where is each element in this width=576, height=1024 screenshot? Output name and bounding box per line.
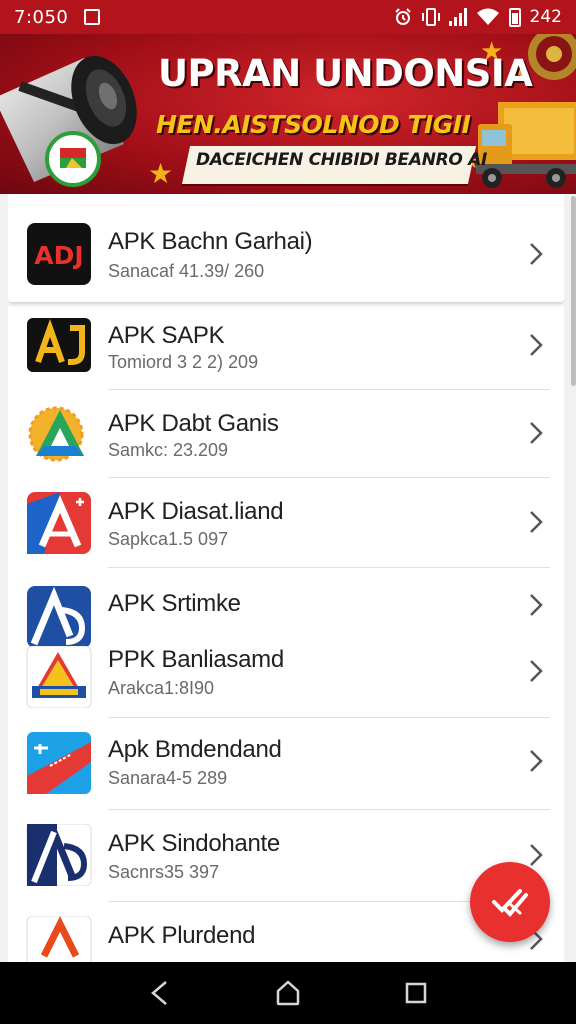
red-a-app-icon: [27, 492, 91, 554]
double-check-icon: [492, 889, 528, 917]
signal-icon: [448, 8, 467, 26]
item-title: APK Bachn Garhai): [108, 228, 313, 255]
svg-text:ADJ: ADJ: [34, 241, 83, 270]
list-item[interactable]: APK SAPK Tomiord 3 2 2) 209: [8, 302, 564, 390]
back-button[interactable]: [142, 975, 178, 1011]
list-item[interactable]: ADJ APK Bachn Garhai) Sanacaf 41.39/ 260: [8, 206, 564, 302]
ads-app-icon: ADJ: [27, 223, 91, 285]
chevron-right-icon[interactable]: [528, 420, 544, 446]
chevron-right-icon[interactable]: [528, 842, 544, 868]
item-subtitle: Tomiord 3 2 2) 209: [108, 352, 259, 372]
status-icons: 242: [393, 7, 562, 27]
item-subtitle: Arakca1:8I90: [108, 678, 215, 698]
recents-button[interactable]: [398, 975, 434, 1011]
item-title: APK Diasat.liand: [108, 498, 284, 525]
home-button[interactable]: [270, 975, 306, 1011]
flag-badge-icon: [45, 131, 101, 187]
banner-title: UPRAN UNDONSIA: [158, 52, 533, 95]
item-subtitle: Sanacaf 41.39/ 260: [108, 261, 265, 281]
yellow-a-app-icon: [26, 646, 92, 708]
chevron-right-icon[interactable]: [528, 332, 544, 358]
app-root: 7:050 242 ★ ★ ★ UPRAN UNDONSIA HEN.AISTS…: [0, 0, 576, 1024]
app-list: ADJ APK Bachn Garhai) Sanacaf 41.39/ 260…: [8, 194, 564, 964]
battery-level: 242: [529, 7, 562, 27]
item-title: APK SAPK: [108, 322, 225, 349]
truck-icon: [476, 102, 576, 188]
ticket-app-icon: [27, 732, 91, 794]
banner-subtitle: HEN.AISTSOLNOD TIGII: [156, 110, 471, 139]
item-subtitle: Samkc: 23.209: [108, 440, 229, 460]
star-icon: ★: [148, 158, 174, 189]
list-item[interactable]: Apk Bmdendand Sanara4-5 289: [8, 718, 564, 810]
chevron-right-icon[interactable]: [528, 509, 544, 535]
promo-banner[interactable]: ★ ★ ★ ★ UPRAN UNDONSIA HEN.AISTSOLNOD TI…: [0, 34, 576, 194]
item-subtitle: Sanara4-5 289: [108, 768, 228, 788]
aj-app-icon: [27, 318, 91, 372]
item-subtitle: Sacnrs35 397: [108, 862, 220, 882]
list-item[interactable]: APK Diasat.liand Sapkca1.5 097: [8, 478, 564, 568]
item-title: APK Dabt Ganis: [108, 410, 279, 437]
item-title: APK Srtimke: [108, 590, 241, 617]
fab-button[interactable]: [470, 862, 550, 942]
list-item[interactable]: APK Dabt Ganis Samkc: 23.209: [8, 390, 564, 478]
chevron-right-icon[interactable]: [528, 241, 544, 267]
navigation-bar: [0, 962, 576, 1024]
orange-a-app-icon: [26, 916, 92, 964]
item-subtitle: Sapkca1.5 097: [108, 529, 229, 549]
chevron-right-icon[interactable]: [528, 658, 544, 684]
alarm-icon: [394, 8, 411, 25]
vibrate-icon: [421, 8, 440, 26]
status-time: 7:050: [14, 6, 69, 28]
chevron-right-icon[interactable]: [528, 592, 544, 618]
home-icon: [276, 980, 300, 1006]
wifi-icon: [476, 8, 499, 25]
item-title: Apk Bmdendand: [108, 736, 282, 763]
status-bar: 7:050 242: [0, 0, 576, 34]
item-title: PPK Banliasamd: [108, 646, 284, 673]
banner-tagline: DACEICHEN CHIBIDI BEANRO AI: [196, 150, 488, 170]
list-item[interactable]: APK Srtimke: [8, 568, 564, 648]
recents-icon: [405, 982, 427, 1004]
list-item[interactable]: PPK Banliasamd Arakca1:8I90: [8, 638, 564, 718]
back-icon: [151, 981, 167, 1005]
green-a-app-icon: [28, 406, 84, 462]
item-title: APK Sindohante: [108, 830, 280, 857]
item-title: APK Plurdend: [108, 922, 256, 949]
scrollbar[interactable]: [571, 196, 576, 386]
image-icon: [84, 9, 101, 25]
navy-ab-app-icon: [26, 824, 92, 886]
chevron-right-icon[interactable]: [528, 748, 544, 774]
battery-icon: [508, 7, 521, 27]
